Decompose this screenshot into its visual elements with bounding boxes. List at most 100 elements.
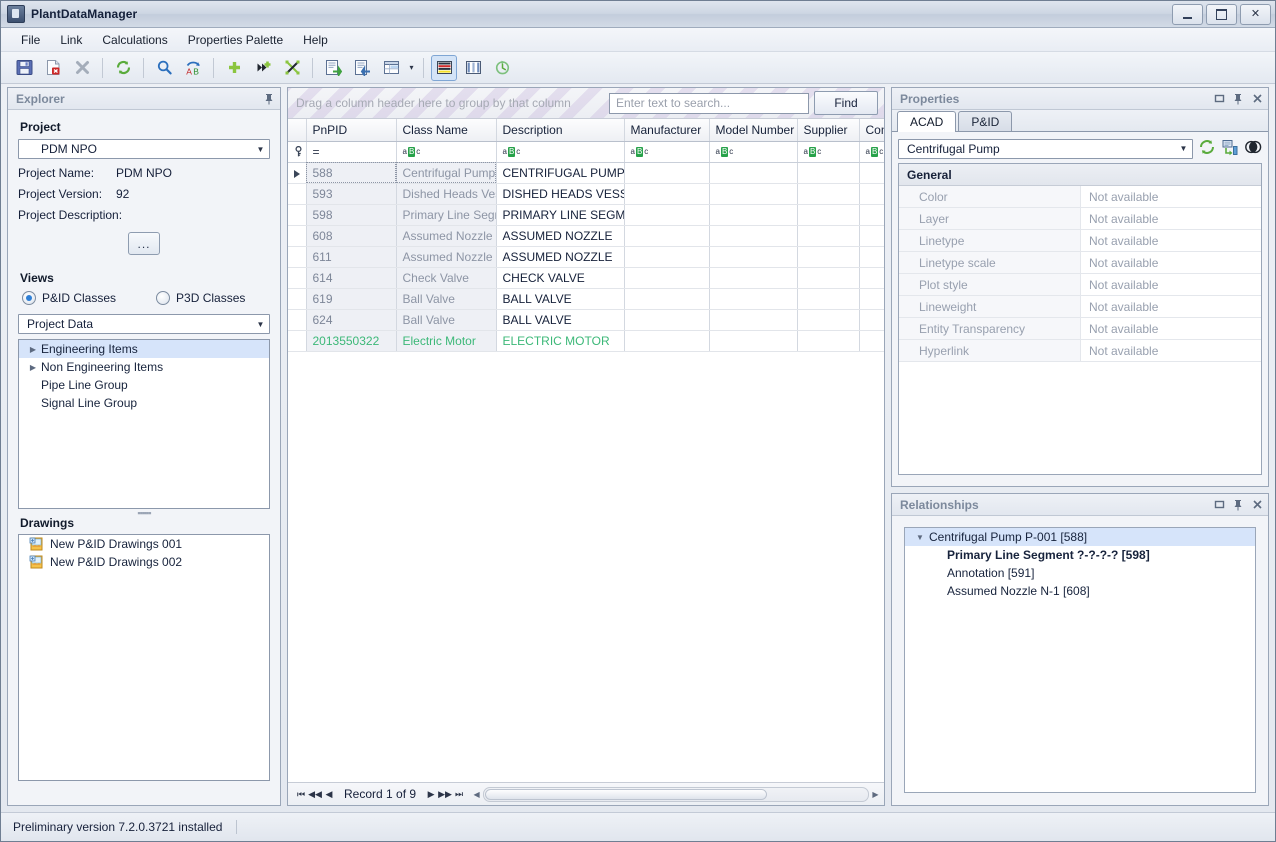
rename-icon[interactable]: A B xyxy=(180,55,206,81)
cell-model-number[interactable] xyxy=(709,183,798,205)
maximize-button[interactable] xyxy=(1206,4,1237,25)
close-icon[interactable] xyxy=(1250,92,1264,106)
property-value[interactable]: Not available xyxy=(1081,278,1261,292)
scroll-right-icon[interactable]: ▶ xyxy=(869,790,882,799)
cell-description[interactable]: ELECTRIC MOTOR xyxy=(496,330,625,352)
cell-comment[interactable] xyxy=(859,162,884,184)
property-row[interactable]: Entity Transparency Not available xyxy=(899,318,1261,340)
tree-item-pipe-line-group[interactable]: Pipe Line Group xyxy=(19,376,269,394)
close-icon[interactable] xyxy=(1250,498,1264,512)
cell-pnpid[interactable]: 608 xyxy=(306,225,397,247)
radio-pid-classes[interactable]: P&ID Classes xyxy=(22,291,116,305)
chevron-right-icon[interactable]: ▶ xyxy=(25,363,41,372)
property-value[interactable]: Not available xyxy=(1081,256,1261,270)
splitter-handle[interactable]: ▪▪▪▪▪▪ xyxy=(18,508,270,518)
cell-manufacturer[interactable] xyxy=(624,162,710,184)
pin-icon[interactable] xyxy=(1231,92,1245,106)
refresh-icon[interactable] xyxy=(110,55,136,81)
cell-supplier[interactable] xyxy=(797,204,860,226)
cell-description[interactable]: ASSUMED NOZZLE xyxy=(496,246,625,268)
relationship-child-node[interactable]: Annotation [591] xyxy=(905,564,1255,582)
delete-record-icon[interactable] xyxy=(40,55,66,81)
cell-supplier[interactable] xyxy=(797,309,860,331)
project-data-combo[interactable]: Project Data ▼ xyxy=(18,314,270,334)
column-header-class-name[interactable]: Class Name xyxy=(396,119,497,142)
table-row[interactable]: 611 Assumed Nozzle ASSUMED NOZZLE xyxy=(288,246,884,268)
table-row[interactable]: 614 Check Valve CHECK VALVE xyxy=(288,267,884,289)
next-page-button[interactable]: ▶▶ xyxy=(438,786,452,802)
cell-supplier[interactable] xyxy=(797,246,860,268)
cell-description[interactable]: DISHED HEADS VESSEL xyxy=(496,183,625,205)
property-row[interactable]: Linetype scale Not available xyxy=(899,252,1261,274)
cell-class-name[interactable]: Centrifugal Pump xyxy=(396,162,497,184)
cell-supplier[interactable] xyxy=(797,267,860,289)
cell-comment[interactable] xyxy=(859,246,884,268)
column-view-icon[interactable] xyxy=(460,55,486,81)
find-button[interactable]: Find xyxy=(814,91,878,115)
cell-pnpid[interactable]: 614 xyxy=(306,267,397,289)
close-button[interactable]: ✕ xyxy=(1240,4,1271,25)
import-icon[interactable] xyxy=(349,55,375,81)
relationship-child-node[interactable]: Assumed Nozzle N-1 [608] xyxy=(905,582,1255,600)
property-value[interactable]: Not available xyxy=(1081,300,1261,314)
cell-pnpid[interactable]: 598 xyxy=(306,204,397,226)
property-value[interactable]: Not available xyxy=(1081,234,1261,248)
cell-pnpid[interactable]: 611 xyxy=(306,246,397,268)
list-item[interactable]: New P&ID Drawings 002 xyxy=(19,553,269,571)
property-row[interactable]: Hyperlink Not available xyxy=(899,340,1261,362)
chevron-down-icon[interactable]: ▼ xyxy=(252,315,269,333)
menu-item-file[interactable]: File xyxy=(11,30,50,50)
cell-manufacturer[interactable] xyxy=(624,288,710,310)
filter-class-name[interactable]: aBc xyxy=(396,141,497,163)
property-row[interactable]: Lineweight Not available xyxy=(899,296,1261,318)
filter-comment[interactable]: aBc xyxy=(859,141,884,163)
tree-item-engineering-items[interactable]: ▶ Engineering Items xyxy=(19,340,269,358)
property-value[interactable]: Not available xyxy=(1081,190,1261,204)
cell-supplier[interactable] xyxy=(797,330,860,352)
property-value[interactable]: Not available xyxy=(1081,322,1261,336)
project-tree[interactable]: ▶ Engineering Items ▶ Non Engineering It… xyxy=(18,339,270,509)
project-combo[interactable]: PDM NPO ▼ xyxy=(18,139,270,159)
drawings-list[interactable]: New P&ID Drawings 001 New P&ID Drawings … xyxy=(18,534,270,781)
restore-icon[interactable] xyxy=(1212,498,1226,512)
object-type-combo[interactable]: Centrifugal Pump ▼ xyxy=(898,138,1193,159)
column-header-supplier[interactable]: Supplier xyxy=(797,119,860,142)
cell-model-number[interactable] xyxy=(709,309,798,331)
cell-model-number[interactable] xyxy=(709,246,798,268)
cell-comment[interactable] xyxy=(859,267,884,289)
cell-class-name[interactable]: Primary Line Segment xyxy=(396,204,497,226)
table-row[interactable]: 588 Centrifugal Pump CENTRIFUGAL PUMP xyxy=(288,162,884,184)
relationships-tree[interactable]: ▼ Centrifugal Pump P-001 [588] Primary L… xyxy=(904,527,1256,793)
column-header-manufacturer[interactable]: Manufacturer xyxy=(624,119,710,142)
property-row[interactable]: Linetype Not available xyxy=(899,230,1261,252)
unlink-icon[interactable] xyxy=(279,55,305,81)
property-value[interactable]: Not available xyxy=(1081,344,1261,358)
last-record-button[interactable]: ⏭ xyxy=(452,786,466,802)
cell-manufacturer[interactable] xyxy=(624,246,710,268)
tree-item-non-engineering-items[interactable]: ▶ Non Engineering Items xyxy=(19,358,269,376)
cell-comment[interactable] xyxy=(859,309,884,331)
row-view-icon[interactable] xyxy=(431,54,457,81)
property-row[interactable]: Color Not available xyxy=(899,186,1261,208)
table-row[interactable]: 624 Ball Valve BALL VALVE xyxy=(288,309,884,331)
cell-description[interactable]: ASSUMED NOZZLE xyxy=(496,225,625,247)
menu-item-help[interactable]: Help xyxy=(293,30,338,50)
column-header-model-number[interactable]: Model Number xyxy=(709,119,798,142)
next-record-button[interactable]: ▶ xyxy=(424,786,438,802)
pin-icon[interactable] xyxy=(1231,498,1245,512)
menu-item-properties-palette[interactable]: Properties Palette xyxy=(178,30,293,50)
cell-pnpid[interactable]: 2013550322 xyxy=(306,330,397,352)
table-layout-icon[interactable] xyxy=(378,55,404,81)
cell-class-name[interactable]: Ball Valve xyxy=(396,288,497,310)
radio-p3d-classes[interactable]: P3D Classes xyxy=(156,291,245,305)
history-icon[interactable] xyxy=(489,55,515,81)
tab-acad[interactable]: ACAD xyxy=(897,111,957,132)
filter-model-number[interactable]: aBc xyxy=(709,141,798,163)
filter-description[interactable]: aBc xyxy=(496,141,625,163)
list-item[interactable]: New P&ID Drawings 001 xyxy=(19,535,269,553)
scrollbar-track[interactable] xyxy=(483,786,869,802)
table-row[interactable]: 2013550322 Electric Motor ELECTRIC MOTOR xyxy=(288,330,884,352)
quick-select-icon[interactable] xyxy=(1244,138,1262,159)
cell-pnpid[interactable]: 588 xyxy=(306,162,397,184)
filter-pnpid[interactable]: = xyxy=(306,141,397,163)
